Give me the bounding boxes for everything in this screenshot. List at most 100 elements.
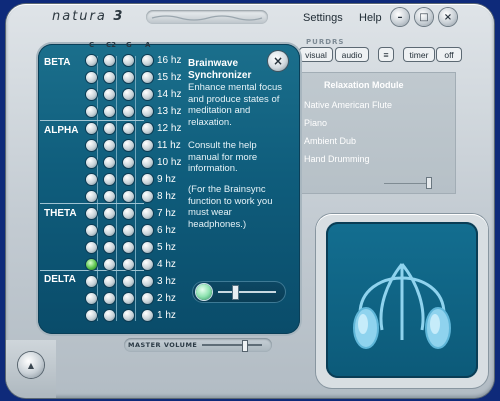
frequency-dot[interactable] [142, 293, 153, 304]
relaxation-slider-knob[interactable] [426, 177, 432, 189]
frequency-dot[interactable] [86, 259, 97, 270]
frequency-dot[interactable] [142, 140, 153, 151]
frequency-label: 5 hz [157, 241, 176, 253]
frequency-dot[interactable] [123, 123, 134, 134]
frequency-dot[interactable] [123, 106, 134, 117]
frequency-label: 2 hz [157, 292, 176, 304]
master-volume-knob[interactable] [242, 340, 248, 352]
frequency-dot[interactable] [104, 174, 115, 185]
frequency-dot[interactable] [142, 157, 153, 168]
frequency-dot[interactable] [104, 157, 115, 168]
waveform-icon [151, 15, 263, 21]
frequency-dot[interactable] [104, 72, 115, 83]
frequency-dot[interactable] [142, 72, 153, 83]
frequency-dot[interactable] [142, 174, 153, 185]
frequency-dot[interactable] [104, 242, 115, 253]
visual-button[interactable]: visual [300, 48, 332, 61]
frequency-dot[interactable] [142, 106, 153, 117]
title-bar: natura 3 Settings Help – □ × [14, 6, 480, 32]
viewer-screen [326, 222, 478, 378]
frequency-dot[interactable] [86, 157, 97, 168]
frequency-dot[interactable] [104, 310, 115, 321]
frequency-dot[interactable] [123, 72, 134, 83]
frequency-label: 8 hz [157, 190, 176, 202]
frequency-dot[interactable] [104, 225, 115, 236]
scroll-button[interactable]: ▲ [18, 352, 44, 378]
frequency-dot[interactable] [86, 123, 97, 134]
column-header: C [89, 41, 95, 49]
minimize-button[interactable]: – [391, 8, 409, 26]
frequency-dot[interactable] [104, 106, 115, 117]
frequency-dot[interactable] [86, 191, 97, 202]
frequency-dot[interactable] [104, 191, 115, 202]
frequency-dot[interactable] [123, 208, 134, 219]
frequency-dot[interactable] [142, 89, 153, 100]
frequency-dot[interactable] [123, 276, 134, 287]
frequency-label: 7 hz [157, 207, 176, 219]
menu-settings[interactable]: Settings [303, 12, 343, 24]
frequency-dot[interactable] [104, 208, 115, 219]
frequency-dot[interactable] [142, 123, 153, 134]
frequency-label: 14 hz [157, 88, 182, 100]
frequency-dot[interactable] [142, 259, 153, 270]
frequency-dot[interactable] [104, 123, 115, 134]
band-label: THETA [44, 208, 77, 219]
relaxation-item[interactable]: Piano [304, 118, 327, 128]
frequency-dot[interactable] [123, 293, 134, 304]
frequency-dot[interactable] [86, 242, 97, 253]
column-header: A [145, 41, 151, 49]
frequency-dot[interactable] [123, 89, 134, 100]
relaxation-module: Relaxation Module Native American Flute P… [298, 72, 456, 194]
timer-value[interactable]: off [437, 48, 461, 61]
frequency-dot[interactable] [123, 55, 134, 66]
frequency-dot[interactable] [142, 310, 153, 321]
frequency-dot[interactable] [86, 225, 97, 236]
frequency-dot[interactable] [104, 89, 115, 100]
frequency-dot[interactable] [123, 242, 134, 253]
relaxation-item[interactable]: Ambient Dub [304, 136, 356, 146]
brainsync-slider [192, 281, 286, 303]
frequency-dot[interactable] [142, 225, 153, 236]
frequency-dot[interactable] [123, 140, 134, 151]
relaxation-item[interactable]: Hand Drumming [304, 154, 370, 164]
maximize-button[interactable]: □ [415, 8, 433, 26]
frequency-dot[interactable] [123, 157, 134, 168]
frequency-dot[interactable] [86, 276, 97, 287]
frequency-dot[interactable] [142, 208, 153, 219]
frequency-dot[interactable] [123, 174, 134, 185]
frequency-label: 1 hz [157, 309, 176, 321]
band-label: ALPHA [44, 125, 79, 136]
frequency-dot[interactable] [142, 276, 153, 287]
frequency-dot[interactable] [142, 191, 153, 202]
frequency-dot[interactable] [86, 55, 97, 66]
frequency-dot[interactable] [142, 55, 153, 66]
frequency-dot[interactable] [123, 310, 134, 321]
frequency-dot[interactable] [86, 174, 97, 185]
frequency-dot[interactable] [104, 259, 115, 270]
close-window-button[interactable]: × [439, 8, 457, 26]
frequency-dot[interactable] [104, 140, 115, 151]
menu-help[interactable]: Help [359, 12, 382, 24]
frequency-dot[interactable] [86, 293, 97, 304]
brainsync-toggle-button[interactable] [196, 284, 212, 300]
audio-button[interactable]: audio [336, 48, 368, 61]
frequency-dot[interactable] [123, 225, 134, 236]
frequency-dot[interactable] [123, 191, 134, 202]
brainsync-slider-knob[interactable] [232, 285, 239, 300]
frequency-dot[interactable] [86, 89, 97, 100]
frequency-dot[interactable] [142, 242, 153, 253]
close-help-button[interactable]: × [268, 51, 288, 71]
frequency-dot[interactable] [123, 259, 134, 270]
frequency-dot[interactable] [86, 106, 97, 117]
frequency-dot[interactable] [86, 140, 97, 151]
band-label: DELTA [44, 274, 76, 285]
frequency-dot[interactable] [86, 208, 97, 219]
list-icon[interactable]: ≡ [379, 48, 393, 61]
timer-button[interactable]: timer [404, 48, 434, 61]
relaxation-item[interactable]: Native American Flute [304, 100, 392, 110]
frequency-dot[interactable] [104, 276, 115, 287]
frequency-dot[interactable] [86, 72, 97, 83]
frequency-dot[interactable] [104, 55, 115, 66]
frequency-dot[interactable] [104, 293, 115, 304]
frequency-dot[interactable] [86, 310, 97, 321]
